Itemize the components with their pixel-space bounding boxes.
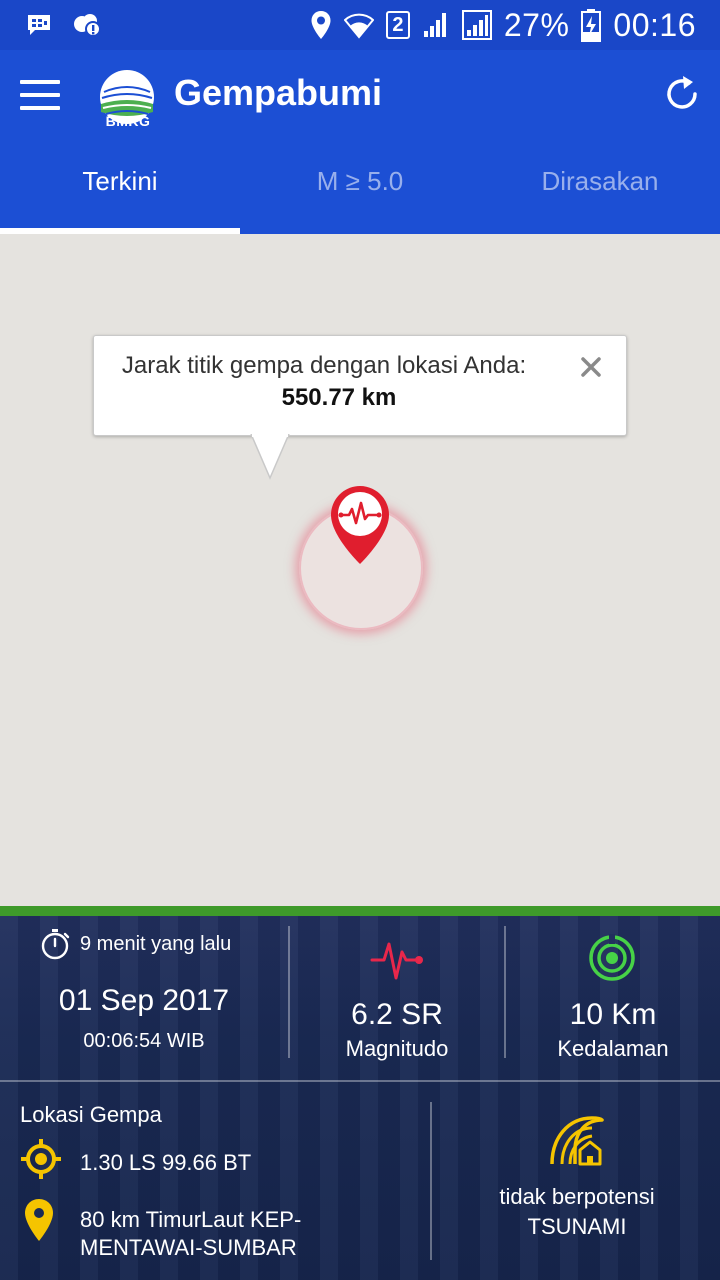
info-window-distance: 550.77 km bbox=[281, 384, 397, 411]
battery-percent: 27% bbox=[503, 6, 570, 43]
divider bbox=[0, 1080, 720, 1082]
menu-button[interactable] bbox=[20, 80, 60, 110]
wifi-icon bbox=[343, 13, 374, 39]
seismograph-icon bbox=[370, 942, 423, 980]
depth-radar-icon bbox=[589, 934, 635, 981]
tab-terkini[interactable]: Terkini bbox=[0, 154, 240, 234]
tab-dirasakan[interactable]: Dirasakan bbox=[480, 154, 720, 234]
quake-info-panel: 9 menit yang lalu 01 Sep 2017 00:06:54 W… bbox=[0, 906, 720, 1280]
battery-charging-icon bbox=[581, 9, 602, 42]
info-window-tail bbox=[250, 434, 290, 480]
tsunami-icon bbox=[550, 1116, 604, 1166]
panel-accent-bar bbox=[0, 906, 720, 916]
quake-date: 01 Sep 2017 bbox=[58, 984, 230, 1017]
target-icon bbox=[21, 1139, 61, 1179]
tsunami-status-line1: tidak berpotensi bbox=[499, 1184, 655, 1209]
map-view[interactable]: Jarak titik gempa dengan lokasi Anda: 55… bbox=[0, 234, 720, 906]
info-window-title: Jarak titik gempa dengan lokasi Anda: bbox=[121, 352, 527, 379]
info-window: Jarak titik gempa dengan lokasi Anda: 55… bbox=[93, 335, 627, 436]
app-title: Gempabumi bbox=[174, 72, 383, 113]
signal-icon bbox=[461, 10, 492, 40]
close-icon[interactable] bbox=[580, 356, 602, 378]
tab-bar: Terkini M ≥ 5.0 Dirasakan bbox=[0, 154, 720, 234]
stopwatch-icon bbox=[41, 929, 70, 960]
divider bbox=[288, 926, 290, 1058]
quake-time: 00:06:54 WIB bbox=[83, 1030, 205, 1052]
time-ago-text: 9 menit yang lalu bbox=[80, 932, 232, 955]
refresh-icon[interactable] bbox=[662, 70, 702, 114]
time-ago: 9 menit yang lalu bbox=[40, 928, 231, 960]
tsunami-status-line2: TSUNAMI bbox=[527, 1214, 627, 1239]
depth-value: 10 Km bbox=[569, 998, 657, 1031]
magnitude-value: 6.2 SR bbox=[351, 998, 443, 1031]
clock: 00:16 bbox=[613, 6, 696, 43]
signal-icon bbox=[423, 13, 446, 37]
status-bar: 2 27% 00:16 bbox=[0, 0, 720, 50]
tab-m-5[interactable]: M ≥ 5.0 bbox=[240, 154, 480, 234]
map-pin-icon bbox=[25, 1199, 53, 1241]
location-title: Lokasi Gempa bbox=[20, 1102, 162, 1127]
app-bar: BMKG Gempabumi Terkini M ≥ 5.0 Dirasakan bbox=[0, 50, 720, 234]
coordinates: 1.30 LS 99.66 BT bbox=[80, 1150, 252, 1175]
bmkg-logo-text: BMKG bbox=[105, 113, 151, 129]
weather-alert-icon bbox=[74, 14, 101, 37]
sim-2-icon: 2 bbox=[385, 11, 410, 39]
menu-icon bbox=[20, 80, 60, 84]
depth-label: Kedalaman bbox=[557, 1036, 669, 1061]
divider bbox=[430, 1102, 432, 1260]
location-description: 80 km TimurLaut KEP-MENTAWAI-SUMBAR bbox=[80, 1207, 302, 1260]
tsunami-status: tidak berpotensi TSUNAMI bbox=[434, 1182, 720, 1242]
location-icon bbox=[311, 11, 331, 39]
earthquake-pin-icon[interactable] bbox=[328, 484, 392, 566]
magnitude-label: Magnitudo bbox=[345, 1036, 449, 1061]
bbm-chat-icon bbox=[28, 15, 50, 35]
